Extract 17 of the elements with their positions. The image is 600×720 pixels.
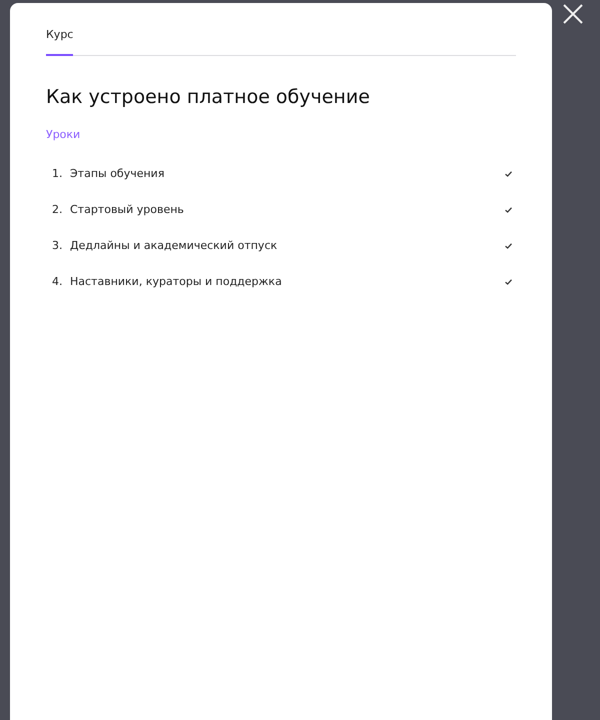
tab[interactable]: Курс [46,27,74,56]
dialog-title: Как устроено платное обучение [46,86,371,110]
lesson-title: Наставники, кураторы и поддержка [70,274,283,290]
close-icon [563,4,583,24]
lesson-title: Этапы обучения [70,166,166,182]
section-label: Уроки [46,127,82,144]
lesson-item[interactable]: 3. Дедлайны и академический отпуск [46,238,516,255]
lesson-item[interactable]: 4. Наставники, кураторы и поддержка [46,274,516,291]
lesson-item[interactable]: 1. Этапы обучения [46,166,516,183]
close-button[interactable] [562,3,584,25]
lesson-item[interactable]: 2. Стартовый уровень [46,202,516,219]
lesson-title: Стартовый уровень [70,202,185,218]
lesson-number: 3. [52,238,64,254]
lesson-number: 4. [52,274,64,290]
lesson-number: 2. [52,202,64,218]
lesson-number: 1. [52,166,64,182]
lesson-title: Дедлайны и академический отпуск [70,238,278,254]
